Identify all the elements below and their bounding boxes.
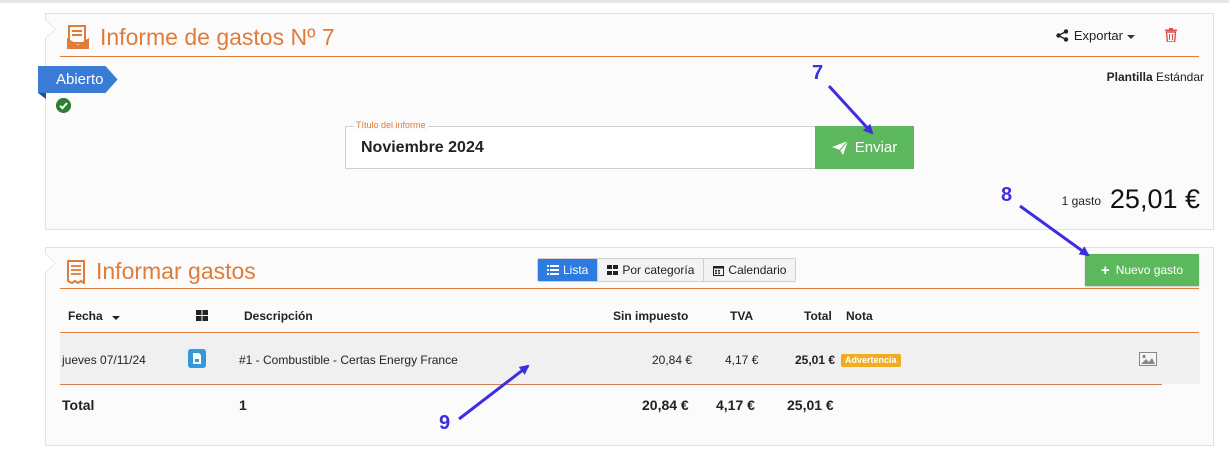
- annotation-9: 9: [439, 412, 451, 434]
- annotation-arrow-8: [1019, 204, 1090, 257]
- annotation-arrow-7: [827, 84, 874, 135]
- annotation-arrow-9: [458, 364, 530, 421]
- annotation-8: 8: [1001, 184, 1013, 206]
- annotation-7: 7: [812, 62, 824, 84]
- annotation-arrows: [458, 84, 1090, 421]
